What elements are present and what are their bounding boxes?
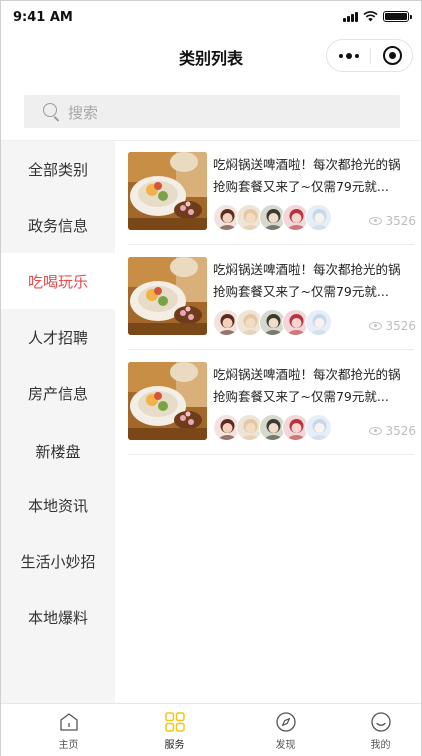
sidebar-item-label: 政务信息 (27, 216, 88, 235)
sidebar-item-label: 本地资讯 (27, 496, 88, 515)
sidebar-item-local-tipoffs[interactable]: 本地爆料 (1, 589, 115, 645)
search-input[interactable]: 搜索 (24, 95, 400, 128)
tab-label: 我的 (370, 740, 391, 751)
sidebar-item-local-news[interactable]: 本地资讯 (1, 477, 115, 533)
search-placeholder: 搜索 (68, 104, 99, 122)
sidebar-item-new-homes[interactable]: 新楼盘 (1, 423, 115, 479)
status-icons (343, 11, 412, 22)
post-thumbnail (128, 362, 207, 440)
tab-label: 服务 (164, 740, 185, 751)
tab-home[interactable]: 主页 (16, 704, 121, 756)
sidebar-item-label: 本地爆料 (27, 608, 88, 627)
tab-services[interactable]: 服务 (122, 704, 227, 756)
nav-bar: 类别列表 (1, 35, 421, 81)
sidebar-item-label: 房产信息 (27, 384, 88, 403)
status-bar: 9:41 AM (1, 1, 421, 35)
compass-icon (275, 711, 297, 733)
avatar (305, 204, 332, 231)
eye-icon (369, 217, 383, 225)
sidebar-item-label: 吃喝玩乐 (27, 272, 88, 291)
sidebar-item-label: 人才招聘 (27, 328, 88, 347)
capsule-divider (370, 48, 371, 64)
eye-icon (369, 322, 383, 330)
view-count: 3526 (369, 424, 416, 438)
sidebar-item-food-fun[interactable]: 吃喝玩乐 (1, 253, 115, 309)
tab-mine[interactable]: 我的 (328, 704, 422, 756)
sidebar-item-all[interactable]: 全部类别 (1, 141, 115, 197)
category-sidebar: 全部类别 政务信息 吃喝玩乐 人才招聘 房产信息 新楼盘 本地资讯 生活小妙招 … (1, 141, 115, 703)
search-icon (43, 103, 57, 117)
sidebar-item-real-estate[interactable]: 房产信息 (1, 365, 115, 421)
view-count: 3526 (369, 214, 416, 228)
home-icon (58, 711, 80, 733)
sidebar-item-government[interactable]: 政务信息 (1, 197, 115, 253)
smile-icon (370, 711, 392, 733)
tab-label: 发现 (275, 740, 296, 751)
post-card[interactable]: 吃焖锅送啤酒啦！每次都抢光的锅 抢购套餐又来了~仅需79元就... 3526 (128, 141, 416, 245)
avatar (305, 414, 332, 441)
post-thumbnail (128, 257, 207, 335)
tab-discover[interactable]: 发现 (233, 704, 338, 756)
mini-program-capsule (326, 39, 413, 72)
status-time: 9:41 AM (13, 10, 73, 25)
eye-icon (369, 427, 383, 435)
avatar-stack (213, 204, 332, 232)
avatar-stack (213, 309, 332, 337)
post-title: 吃焖锅送啤酒啦！每次都抢光的锅 抢购套餐又来了~仅需79元就... (213, 262, 401, 299)
more-dots-icon[interactable] (327, 40, 370, 71)
post-card[interactable]: 吃焖锅送啤酒啦！每次都抢光的锅 抢购套餐又来了~仅需79元就... 3526 (128, 246, 416, 350)
sidebar-item-label: 新楼盘 (35, 442, 81, 461)
avatar (305, 309, 332, 336)
post-card[interactable]: 吃焖锅送啤酒啦！每次都抢光的锅 抢购套餐又来了~仅需79元就... 3526 (128, 351, 416, 455)
view-count: 3526 (369, 319, 416, 333)
post-thumbnail (128, 152, 207, 230)
signal-icon (343, 11, 358, 22)
sidebar-item-jobs[interactable]: 人才招聘 (1, 309, 115, 365)
target-close-icon[interactable] (383, 46, 402, 65)
grid-icon (164, 711, 186, 733)
battery-icon (383, 11, 412, 22)
wifi-icon (363, 11, 378, 22)
sidebar-item-label: 生活小妙招 (20, 552, 96, 571)
sidebar-item-life-tips[interactable]: 生活小妙招 (1, 533, 115, 589)
avatar-stack (213, 414, 332, 442)
phone-screen: 9:41 AM 类别列表 搜索 全部类别 政务信息 吃喝玩乐 人才招聘 房产信息… (0, 0, 422, 756)
sidebar-item-label: 全部类别 (27, 160, 88, 179)
search-bar: 搜索 (1, 81, 421, 141)
tab-bar: 主页 服务 发现 我的 (1, 703, 421, 756)
post-title: 吃焖锅送啤酒啦！每次都抢光的锅 抢购套餐又来了~仅需79元就... (213, 157, 401, 194)
post-title: 吃焖锅送啤酒啦！每次都抢光的锅 抢购套餐又来了~仅需79元就... (213, 367, 401, 404)
tab-label: 主页 (58, 740, 79, 751)
post-list: 吃焖锅送啤酒啦！每次都抢光的锅 抢购套餐又来了~仅需79元就... 3526 吃… (115, 141, 421, 703)
